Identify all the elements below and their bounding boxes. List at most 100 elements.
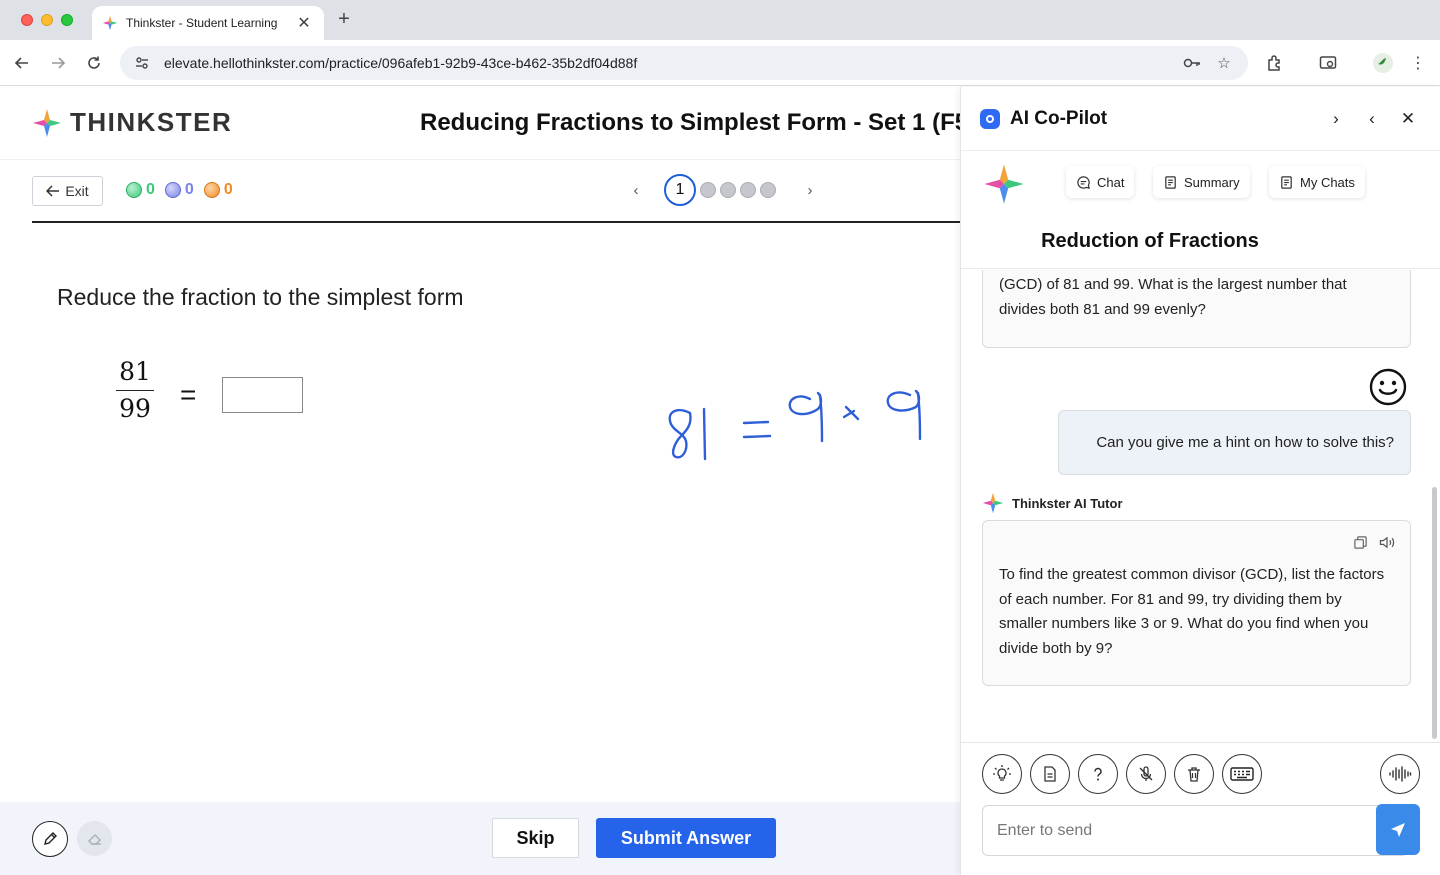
chat-input[interactable] (997, 806, 1367, 855)
score-counters: 0 0 0 (126, 181, 243, 199)
minimize-window-button[interactable] (41, 14, 53, 26)
exit-button[interactable]: Exit (32, 176, 103, 206)
score-green: 0 (126, 181, 155, 199)
fraction-bar (116, 390, 154, 391)
question-dot[interactable] (740, 182, 756, 198)
question-divider (32, 221, 960, 223)
tab-search-icon[interactable] (1317, 52, 1339, 74)
question-mark-icon (1094, 767, 1102, 781)
send-button[interactable] (1376, 804, 1420, 855)
pencil-icon (44, 832, 57, 845)
score-orange-value: 0 (223, 181, 233, 198)
back-icon[interactable] (11, 52, 33, 74)
exit-label: Exit (65, 183, 89, 199)
chat-list-icon (1281, 175, 1292, 189)
address-bar[interactable]: elevate.hellothinkster.com/practice/096a… (120, 46, 1248, 80)
close-tab-icon[interactable]: ✕ (296, 13, 312, 33)
pen-tool-button[interactable] (32, 821, 68, 857)
browser-tab-thinkster[interactable]: Thinkster - Student Learning ✕ (92, 6, 324, 40)
previous-question-icon[interactable]: ‹ (628, 182, 644, 199)
forward-icon[interactable] (47, 52, 69, 74)
copilot-header: AI Co-Pilot › ‹ ✕ (961, 87, 1440, 151)
chat-bubble-icon (1077, 175, 1090, 189)
address-url[interactable]: elevate.hellothinkster.com/practice/096a… (164, 55, 1170, 71)
thinkster-logo[interactable]: THINKSTER (32, 107, 232, 138)
speaker-icon[interactable] (1378, 535, 1396, 550)
copilot-tabs: Chat Summary My Chats Reduction of Fract… (961, 151, 1440, 269)
microphone-off-icon (1139, 766, 1153, 781)
practice-footer: Skip Submit Answer (0, 802, 960, 875)
tab-my-chats-label: My Chats (1300, 174, 1355, 190)
fraction-denominator: 99 (119, 394, 151, 423)
tab-summary[interactable]: Summary (1153, 166, 1250, 198)
tab-my-chats[interactable]: My Chats (1269, 166, 1365, 198)
tab-title: Thinkster - Student Learning (126, 16, 278, 30)
question-dot[interactable] (720, 182, 736, 198)
bookmark-star-icon[interactable]: ☆ (1214, 53, 1234, 73)
reload-icon[interactable] (83, 52, 105, 74)
user-message-text: Can you give me a hint on how to solve t… (1096, 434, 1394, 451)
chat-composer (961, 742, 1440, 875)
document-icon (1044, 766, 1056, 782)
tab-chat[interactable]: Chat (1066, 166, 1135, 198)
thinkster-logo-icon (33, 108, 61, 137)
lightbulb-icon (993, 765, 1011, 781)
question-dot[interactable] (700, 182, 716, 198)
green-gem-icon (126, 182, 142, 198)
eraser-tool-button[interactable] (77, 821, 112, 856)
new-tab-icon[interactable]: + (334, 8, 354, 31)
ai-reply-text: To find the greatest common divisor (GCD… (999, 566, 1385, 657)
conversation-title: Reduction of Fractions (1041, 230, 1259, 252)
logo-wordmark: THINKSTER (70, 107, 233, 137)
arrow-left-icon (46, 185, 60, 197)
notes-button[interactable] (1030, 754, 1070, 794)
chevron-left-icon[interactable]: ‹ (1360, 107, 1384, 131)
ai-copilot-panel: AI Co-Pilot › ‹ ✕ Chat Summary My Chats … (960, 87, 1440, 875)
hint-lightbulb-button[interactable] (982, 754, 1022, 794)
ai-reply-bubble: To find the greatest common divisor (GCD… (982, 520, 1411, 686)
score-purple-value: 0 (184, 181, 194, 198)
mute-microphone-button[interactable] (1126, 754, 1166, 794)
close-icon[interactable]: ✕ (1396, 107, 1420, 131)
submit-answer-button[interactable]: Submit Answer (596, 818, 776, 858)
clear-chat-button[interactable] (1174, 754, 1214, 794)
handwritten-scribble (668, 389, 922, 461)
question-pager: ‹ 1 › (628, 174, 818, 206)
skip-button[interactable]: Skip (492, 818, 579, 858)
copy-icon[interactable] (1353, 535, 1368, 550)
page: THINKSTER Reducing Fractions to Simplest… (0, 87, 1440, 875)
site-settings-icon[interactable] (134, 55, 150, 71)
help-button[interactable] (1078, 754, 1118, 794)
next-question-icon[interactable]: › (802, 182, 818, 199)
current-question-indicator[interactable]: 1 (664, 174, 696, 206)
keyboard-icon (1230, 767, 1254, 781)
browser-menu-icon[interactable]: ⋮ (1408, 52, 1428, 74)
document-icon (1165, 175, 1176, 189)
header-divider (0, 159, 960, 160)
maximize-window-button[interactable] (61, 14, 73, 26)
chevron-right-icon[interactable]: › (1324, 107, 1348, 131)
chat-scrollbar[interactable] (1432, 487, 1437, 739)
thinkster-spark-icon (984, 164, 1024, 204)
profile-avatar[interactable] (1372, 52, 1394, 74)
score-green-value: 0 (146, 181, 155, 198)
answer-input[interactable] (222, 377, 303, 413)
fraction-numerator: 81 (119, 357, 151, 386)
trash-icon (1188, 767, 1200, 782)
user-message-bubble: Can you give me a hint on how to solve t… (1058, 410, 1411, 475)
audio-waveform-icon (1389, 766, 1412, 782)
browser-tab-bar: Thinkster - Student Learning ✕ + (0, 0, 1440, 40)
score-purple: 0 (164, 181, 194, 199)
chat-messages[interactable]: (GCD) of 81 and 99. What is the largest … (961, 270, 1431, 742)
question-dot[interactable] (760, 182, 776, 198)
password-key-icon[interactable] (1182, 53, 1202, 73)
smiley-face-icon[interactable] (1369, 368, 1407, 406)
extensions-icon[interactable] (1264, 52, 1286, 74)
voice-mode-button[interactable] (1380, 754, 1420, 794)
practice-area: THINKSTER Reducing Fractions to Simplest… (0, 87, 960, 875)
close-window-button[interactable] (21, 14, 33, 26)
copilot-title: AI Co-Pilot (1010, 108, 1108, 129)
keyboard-button[interactable] (1222, 754, 1262, 794)
orange-gem-icon (203, 182, 220, 198)
page-title: Reducing Fractions to Simplest Form - Se… (420, 109, 960, 136)
